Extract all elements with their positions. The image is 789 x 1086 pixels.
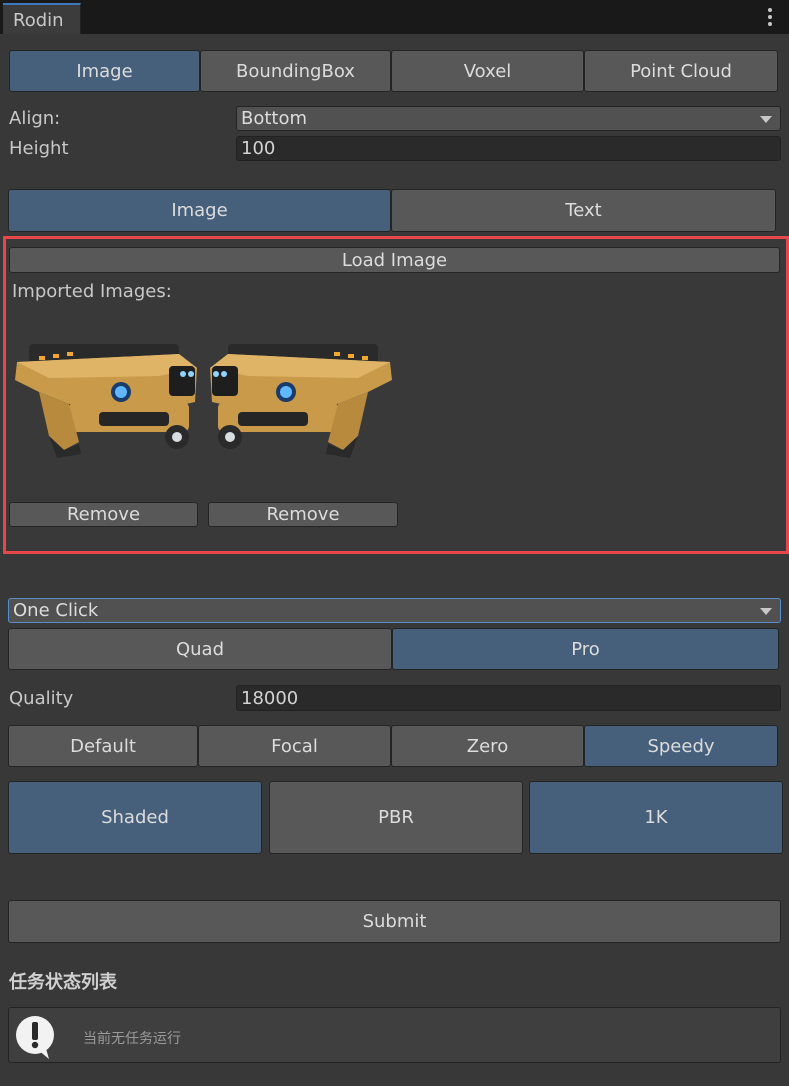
mode-tab-voxel[interactable]: Voxel (391, 50, 584, 92)
window-tab-title: Rodin (13, 10, 64, 31)
remove-image-1-button[interactable]: Remove (9, 502, 198, 527)
task-status-box: 当前无任务运行 (8, 1007, 781, 1063)
task-list-title: 任务状态列表 (9, 972, 117, 993)
quality-input[interactable]: 18000 (236, 685, 781, 711)
window-titlebar (0, 0, 789, 34)
generation-type-value: One Click (13, 600, 99, 621)
input-tab-text[interactable]: Text (391, 189, 776, 232)
material-shaded-button[interactable]: Shaded (8, 781, 262, 854)
sci-fi-gun-shape-mirrored (210, 344, 392, 458)
style-tab-speedy[interactable]: Speedy (584, 725, 778, 767)
task-status-text: 当前无任务运行 (83, 1031, 181, 1047)
mode-tab-point-cloud[interactable]: Point Cloud (584, 50, 778, 92)
window-tab[interactable]: Rodin (3, 3, 81, 34)
height-input-value: 100 (241, 138, 276, 159)
height-label: Height (9, 138, 69, 159)
chevron-down-icon (760, 115, 772, 123)
material-pbr-button[interactable]: PBR (269, 781, 523, 854)
quality-label: Quality (9, 688, 74, 709)
style-tab-focal[interactable]: Focal (198, 725, 391, 767)
align-dropdown[interactable]: Bottom (236, 106, 781, 131)
chevron-down-icon (760, 607, 772, 615)
load-image-button[interactable]: Load Image (9, 247, 780, 273)
mode-tab-boundingbox[interactable]: BoundingBox (200, 50, 391, 92)
style-tab-default[interactable]: Default (8, 725, 198, 767)
mesh-tab-pro[interactable]: Pro (392, 628, 779, 670)
sci-fi-gun-image-mirrored (208, 332, 398, 482)
sci-fi-gun-image (9, 332, 199, 482)
style-tab-zero[interactable]: Zero (391, 725, 584, 767)
sci-fi-gun-shape (15, 344, 197, 458)
mode-tab-image[interactable]: Image (9, 50, 200, 92)
input-tab-image[interactable]: Image (8, 189, 391, 232)
generation-type-dropdown[interactable]: One Click (8, 598, 781, 623)
resolution-1k-button[interactable]: 1K (529, 781, 783, 854)
quality-input-value: 18000 (241, 687, 299, 709)
alert-speech-bubble-icon (15, 1015, 57, 1059)
align-label: Align: (9, 108, 61, 129)
remove-image-2-button[interactable]: Remove (208, 502, 398, 527)
submit-button[interactable]: Submit (8, 900, 781, 943)
imported-images-label: Imported Images: (12, 281, 172, 302)
mesh-tab-quad[interactable]: Quad (8, 628, 392, 670)
height-input[interactable]: 100 (236, 136, 781, 161)
more-options-icon[interactable] (767, 8, 773, 26)
align-dropdown-value: Bottom (241, 108, 308, 129)
